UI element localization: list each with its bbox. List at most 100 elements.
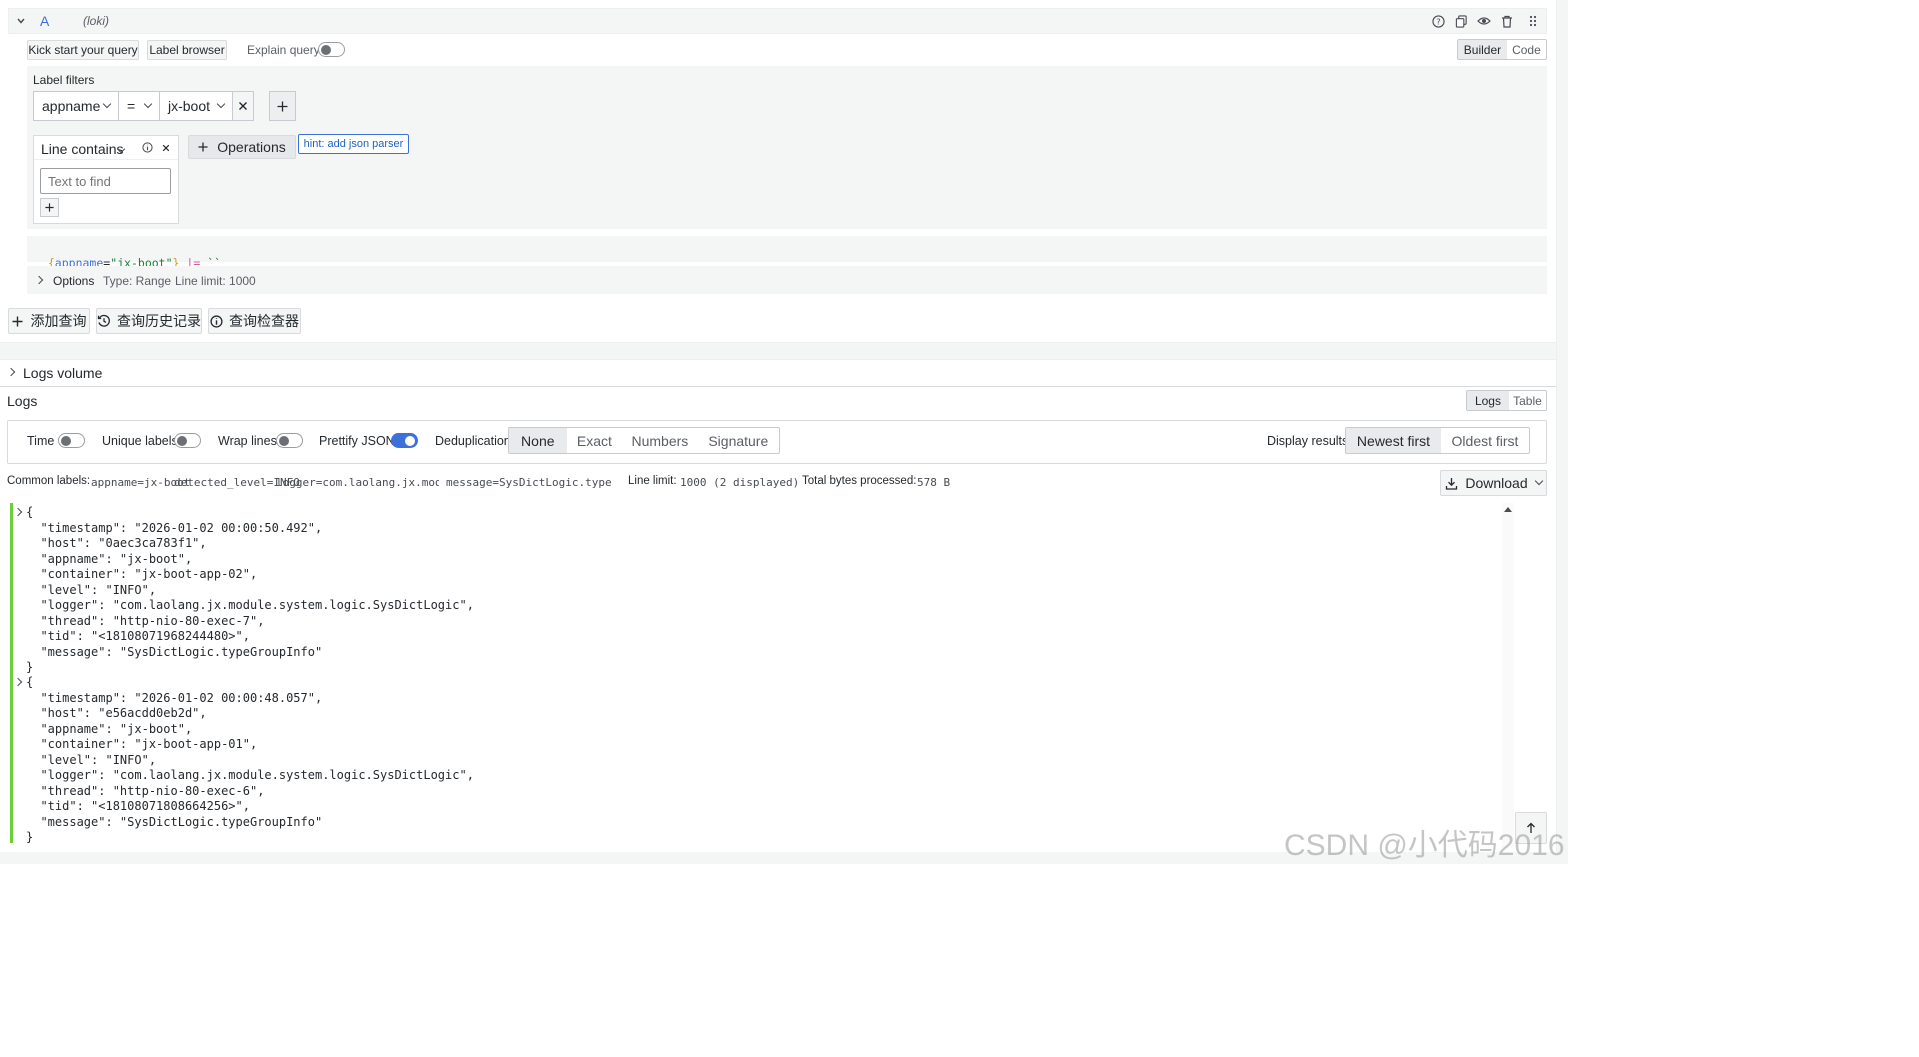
label-select[interactable]: appname (33, 91, 119, 121)
plus-icon (277, 101, 288, 111)
download-button[interactable]: Download (1440, 470, 1547, 496)
query-inspector-button[interactable]: 查询检查器 (208, 308, 301, 334)
trash-icon[interactable] (1499, 13, 1515, 29)
dedup-signature-button[interactable]: Signature (698, 428, 779, 453)
label-browser-button[interactable]: Label browser (147, 40, 227, 60)
wrap-lines-toggle[interactable] (276, 433, 303, 448)
common-labels-title: Common labels: (7, 475, 91, 487)
add-param-button[interactable] (40, 198, 59, 217)
operator-select-value: = (127, 98, 136, 114)
bytes-processed-value: 578 B (917, 476, 951, 489)
chevron-down-icon (1534, 476, 1543, 486)
close-icon (239, 102, 247, 110)
query-history-label: 查询历史记录 (117, 313, 201, 329)
wrap-lines-label: Wrap lines (218, 434, 277, 448)
kick-start-button[interactable]: Kick start your query (27, 40, 139, 60)
options-type: Type: Range (103, 274, 172, 288)
svg-text:?: ? (1436, 16, 1440, 26)
options-line-limit: Line limit: 1000 (175, 274, 256, 288)
logs-view-button[interactable]: Logs (1467, 391, 1509, 410)
info-icon (210, 314, 223, 328)
common-label-chip: logger=com.laolang.jx.module.sy… (276, 476, 439, 489)
explain-query-toggle[interactable] (318, 42, 345, 57)
pane-divider (0, 342, 1556, 360)
logs-scrollbar[interactable] (1502, 503, 1514, 848)
deduplication-options: None Exact Numbers Signature (508, 427, 780, 454)
remove-filter-button[interactable] (232, 91, 254, 121)
query-header (8, 8, 1547, 34)
download-icon (1446, 477, 1458, 490)
log-entry[interactable]: { "timestamp": "2026-01-02 00:00:50.492"… (10, 503, 1500, 674)
query-preview (27, 236, 1547, 262)
log-entry[interactable]: { "timestamp": "2026-01-02 00:00:48.057"… (10, 673, 1500, 844)
eye-icon[interactable] (1476, 13, 1492, 29)
collapse-query-icon[interactable] (14, 14, 28, 28)
query-datasource: (loki) (83, 14, 109, 28)
time-toggle[interactable] (58, 433, 85, 448)
operations-button[interactable]: Operations (188, 135, 296, 159)
logs-title: Logs (7, 393, 38, 409)
label-filters-title: Label filters (33, 73, 95, 87)
help-icon[interactable]: ? (1430, 13, 1446, 29)
plus-icon (198, 142, 208, 152)
copy-icon[interactable] (1453, 13, 1469, 29)
logs-volume-divider (0, 386, 1556, 387)
line-limit-title: Line limit: (628, 475, 677, 487)
add-query-label: 添加查询 (30, 313, 87, 329)
code-mode-button[interactable]: Code (1507, 40, 1546, 59)
add-query-button[interactable]: 添加查询 (8, 308, 90, 334)
watermark: CSDN @小代码2016 (1284, 829, 1565, 862)
log-body: { "timestamp": "2026-01-02 00:00:48.057"… (26, 673, 474, 847)
history-icon (97, 314, 110, 327)
display-results-label: Display results (1267, 434, 1349, 448)
unique-labels-label: Unique labels (102, 434, 178, 448)
dedup-none-button[interactable]: None (509, 428, 567, 453)
query-letter[interactable]: A (40, 13, 49, 29)
value-select-value: jx-boot (168, 98, 211, 114)
query-history-button[interactable]: 查询历史记录 (96, 308, 202, 334)
explain-query-label: Explain query (247, 43, 320, 57)
bytes-processed-title: Total bytes processed: (802, 475, 917, 487)
add-filter-button[interactable] (269, 91, 296, 121)
logs-volume-chevron-icon[interactable] (6, 367, 16, 377)
log-level-bar (10, 503, 13, 673)
builder-mode-button[interactable]: Builder (1458, 40, 1507, 59)
operator-select[interactable]: = (118, 91, 160, 121)
label-select-value: appname (42, 98, 101, 114)
expand-log-chevron-icon[interactable] (13, 677, 23, 687)
deduplication-label: Deduplication (435, 434, 511, 448)
scroll-up-arrow-icon[interactable] (1502, 503, 1514, 515)
common-label-chip: message=SysDictLogic.typeGroupI… (446, 476, 611, 489)
builder-code-switch: Builder Code (1457, 39, 1547, 60)
prettify-json-label: Prettify JSON (319, 434, 395, 448)
operations-button-label: Operations (217, 139, 286, 155)
table-view-button[interactable]: Table (1509, 391, 1546, 410)
log-body: { "timestamp": "2026-01-02 00:00:50.492"… (26, 503, 474, 677)
text-to-find-input[interactable] (40, 168, 171, 194)
logs-table-switch: Logs Table (1466, 390, 1547, 411)
sort-order-options: Newest first Oldest first (1345, 427, 1530, 454)
unique-labels-toggle[interactable] (174, 433, 201, 448)
logs-volume-title[interactable]: Logs volume (23, 365, 102, 381)
line-limit-value: 1000 (2 displayed) (680, 476, 800, 489)
remove-operation-icon[interactable] (160, 141, 172, 154)
plus-icon (12, 316, 22, 326)
dedup-exact-button[interactable]: Exact (567, 428, 623, 453)
options-title[interactable]: Options (53, 274, 94, 288)
newest-first-button[interactable]: Newest first (1346, 428, 1441, 453)
drag-icon[interactable] (1526, 13, 1540, 29)
dedup-numbers-button[interactable]: Numbers (622, 428, 697, 453)
prettify-json-toggle[interactable] (391, 433, 418, 448)
log-level-bar (10, 673, 13, 843)
page-scrollbar[interactable] (1556, 0, 1568, 864)
value-select[interactable]: jx-boot (159, 91, 233, 121)
time-label: Time (27, 434, 55, 448)
json-parser-hint[interactable]: hint: add json parser (298, 134, 409, 154)
query-inspector-label: 查询检查器 (229, 313, 299, 329)
plus-icon (45, 203, 54, 212)
expand-log-chevron-icon[interactable] (13, 507, 23, 517)
info-icon[interactable] (141, 141, 154, 154)
download-label: Download (1465, 475, 1528, 491)
oldest-first-button[interactable]: Oldest first (1441, 428, 1529, 453)
operation-name[interactable]: Line contains (41, 141, 124, 157)
